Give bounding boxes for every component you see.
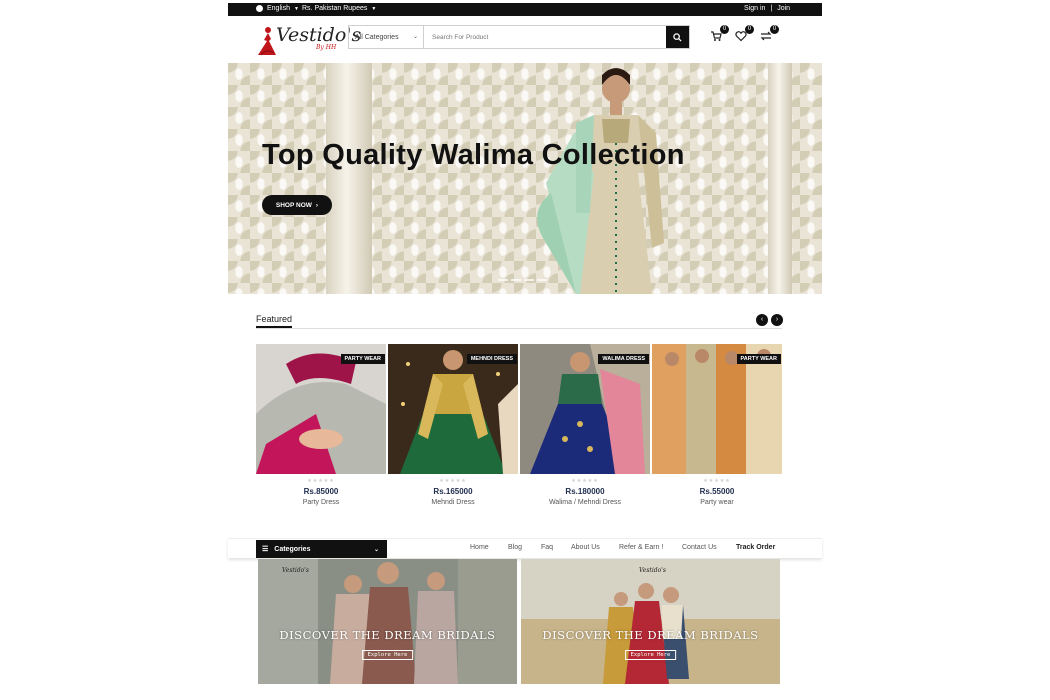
product-price: Rs.85000 <box>303 487 339 496</box>
pillar <box>326 63 372 294</box>
product-name[interactable]: Party wear <box>652 499 782 506</box>
search-button[interactable] <box>666 26 689 48</box>
dress-logo-icon <box>258 27 276 56</box>
product-card[interactable]: MEHNDI DRESS ★★★★★ Rs.165000 Mehndi Dres… <box>388 344 518 506</box>
shop-now-button[interactable]: SHOP NOW › <box>262 195 332 215</box>
banner-title: DISCOVER THE DREAM BRIDALS <box>279 628 496 642</box>
product-image[interactable]: WALIMA DRESS <box>520 344 650 474</box>
product-tag: MEHNDI DRESS <box>466 354 517 364</box>
cart-count-badge: 0 <box>720 25 729 34</box>
categories-label: Categories <box>274 545 311 553</box>
wishlist-button[interactable]: 0 <box>735 25 754 43</box>
product-image[interactable]: PARTY WEAR <box>256 344 386 474</box>
hero-title: Top Quality Walima Collection <box>262 139 685 171</box>
separator: | <box>770 5 773 12</box>
carousel-next-button[interactable]: › <box>771 314 783 326</box>
chevron-right-icon: › <box>775 316 779 323</box>
carousel-prev-button[interactable]: ‹ <box>756 314 768 326</box>
product-price: Rs.165000 <box>433 487 473 496</box>
language-label: English <box>267 5 290 12</box>
hamburger-icon: ☰ <box>262 546 269 553</box>
nav-about-us[interactable]: About Us <box>571 544 600 551</box>
promo-banner[interactable]: Vestido's DISCOVER THE DREAM BRIDALS Exp… <box>258 559 517 684</box>
explore-button[interactable]: Explore Here <box>361 650 414 660</box>
shop-now-label: SHOP NOW <box>275 201 312 209</box>
slider-dot[interactable] <box>498 279 508 281</box>
compare-count-badge: 0 <box>770 25 779 34</box>
slider-dot[interactable] <box>524 279 534 281</box>
cart-button[interactable]: 0 <box>710 25 729 43</box>
caret-down-icon: ▼ <box>293 5 299 12</box>
currency-selector[interactable]: Rs. Pakistan Rupees ▼ <box>302 5 376 12</box>
chevron-left-icon: ‹ <box>760 316 764 323</box>
rating-stars: ★★★★★ <box>571 478 599 484</box>
product-name[interactable]: Party Dress <box>256 499 386 506</box>
product-image[interactable]: PARTY WEAR <box>652 344 782 474</box>
banner-logo: Vestido's <box>639 567 666 574</box>
product-card[interactable]: PARTY WEAR ★★★★★ Rs.55000 Party wear <box>652 344 782 506</box>
divider <box>256 328 782 329</box>
product-name[interactable]: Walima / Mehndi Dress <box>520 499 650 506</box>
slider-dot[interactable] <box>511 279 521 281</box>
search-icon <box>673 32 682 42</box>
chevron-down-icon: ⌄ <box>373 546 379 553</box>
caret-down-icon: ▼ <box>371 5 377 12</box>
rating-stars: ★★★★★ <box>307 478 335 484</box>
top-bar: English ▼ Rs. Pakistan Rupees ▼ Sign in … <box>228 3 822 16</box>
banner-title: DISCOVER THE DREAM BRIDALS <box>542 628 759 642</box>
categories-dropdown[interactable]: ☰ Categories ⌄ <box>256 540 387 558</box>
featured-heading: Featured <box>256 314 293 324</box>
product-tag: WALIMA DRESS <box>598 354 649 364</box>
chevron-down-icon: ⌄ <box>412 34 418 40</box>
product-card[interactable]: PARTY WEAR ★★★★★ Rs.85000 Party Dress <box>256 344 386 506</box>
product-price: Rs.180000 <box>565 487 605 496</box>
search-input[interactable] <box>424 26 666 48</box>
model-photo <box>537 68 664 294</box>
category-select[interactable]: All Categories ⌄ <box>349 26 424 48</box>
product-tag: PARTY WEAR <box>340 354 385 364</box>
logo-subtitle: By HH <box>316 44 337 51</box>
search-bar: All Categories ⌄ <box>348 25 690 49</box>
nav-refer-earn[interactable]: Refer & Earn ! <box>619 544 663 551</box>
nav-contact-us[interactable]: Contact Us <box>682 544 717 551</box>
hero-banner: Top Quality Walima Collection SHOP NOW › <box>228 63 822 294</box>
join-link[interactable]: Join <box>777 5 790 12</box>
sign-in-link[interactable]: Sign in <box>744 5 765 12</box>
globe-icon <box>256 5 263 12</box>
compare-button[interactable]: 0 <box>760 25 779 43</box>
product-card[interactable]: WALIMA DRESS ★★★★★ Rs.180000 Walima / Me… <box>520 344 650 506</box>
category-select-value: All Categories <box>355 33 399 41</box>
explore-button[interactable]: Explore Here <box>624 650 677 660</box>
header: Vestido's By HH All Categories ⌄ 0 <box>228 16 822 62</box>
featured-products: PARTY WEAR ★★★★★ Rs.85000 Party Dress ME… <box>256 344 783 514</box>
slider-dot[interactable] <box>537 279 547 281</box>
nav-faq[interactable]: Faq <box>541 544 553 551</box>
chevron-right-icon: › <box>315 201 319 209</box>
storefront-page: English ▼ Rs. Pakistan Rupees ▼ Sign in … <box>228 0 822 700</box>
product-image[interactable]: MEHNDI DRESS <box>388 344 518 474</box>
nav-track-order[interactable]: Track Order <box>736 544 775 551</box>
pillar <box>768 63 792 294</box>
site-logo[interactable]: Vestido's By HH <box>256 22 361 58</box>
currency-label: Rs. Pakistan Rupees <box>302 5 368 12</box>
language-selector[interactable]: English ▼ <box>256 5 299 12</box>
account-links: Sign in | Join <box>744 5 790 12</box>
main-navigation: ☰ Categories ⌄ Home Blog Faq About Us Re… <box>228 538 822 558</box>
nav-blog[interactable]: Blog <box>508 544 522 551</box>
rating-stars: ★★★★★ <box>439 478 467 484</box>
product-tag: PARTY WEAR <box>736 354 781 364</box>
wishlist-count-badge: 0 <box>745 25 754 34</box>
product-price: Rs.55000 <box>699 487 735 496</box>
slider-dots <box>498 279 547 281</box>
promo-banner[interactable]: Vestido's DISCOVER THE DREAM BRIDALS Exp… <box>521 559 780 684</box>
banner-logo: Vestido's <box>282 567 309 574</box>
nav-home[interactable]: Home <box>470 544 489 551</box>
product-name[interactable]: Mehndi Dress <box>388 499 518 506</box>
rating-stars: ★★★★★ <box>703 478 731 484</box>
